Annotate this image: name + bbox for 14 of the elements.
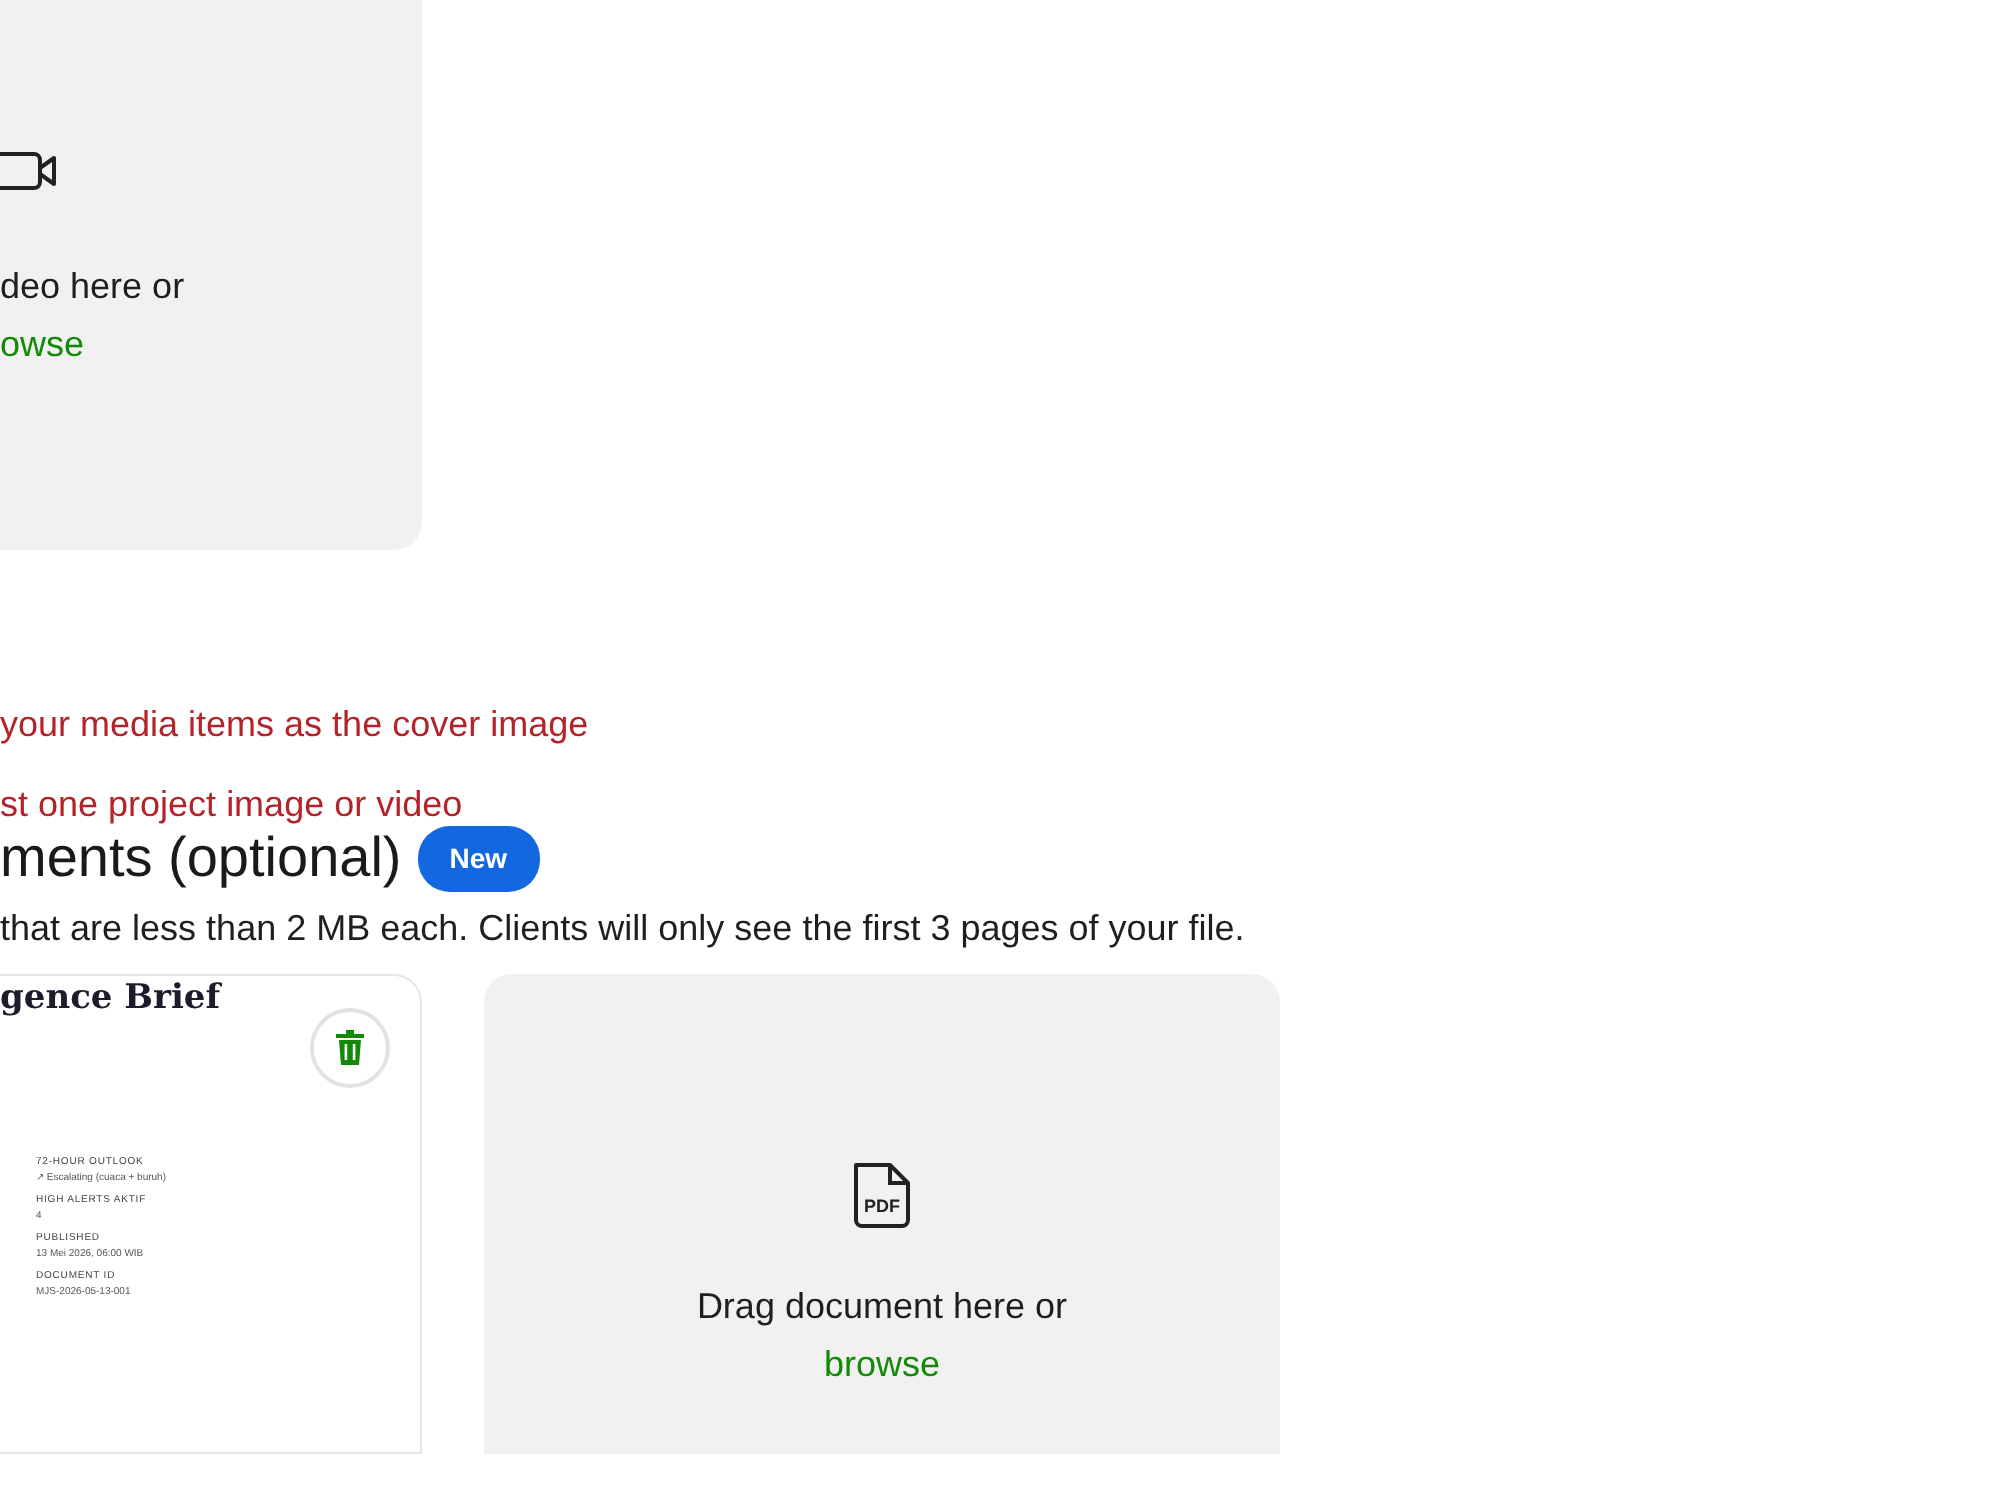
trash-icon [334, 1030, 366, 1066]
browse-link[interactable]: owse [0, 316, 85, 374]
new-badge: New [417, 825, 540, 891]
video-camera-icon [0, 150, 58, 194]
upload-prompt: Drag document here or [696, 1284, 1068, 1330]
pdf-file-icon: PDF [850, 1162, 914, 1230]
browse-link[interactable]: browse [823, 1336, 941, 1394]
upload-prompt: deo here or [0, 264, 187, 310]
error-message: your media items as the cover image [0, 702, 591, 748]
error-message: st one project image or video [0, 782, 465, 828]
section-heading: ments (optional) [0, 824, 402, 892]
document-title: gence Brief [0, 976, 224, 1020]
section-description: that are less than 2 MB each. Clients will only see the first 3 pages of your file. [0, 906, 1247, 952]
delete-button[interactable] [310, 1008, 390, 1088]
